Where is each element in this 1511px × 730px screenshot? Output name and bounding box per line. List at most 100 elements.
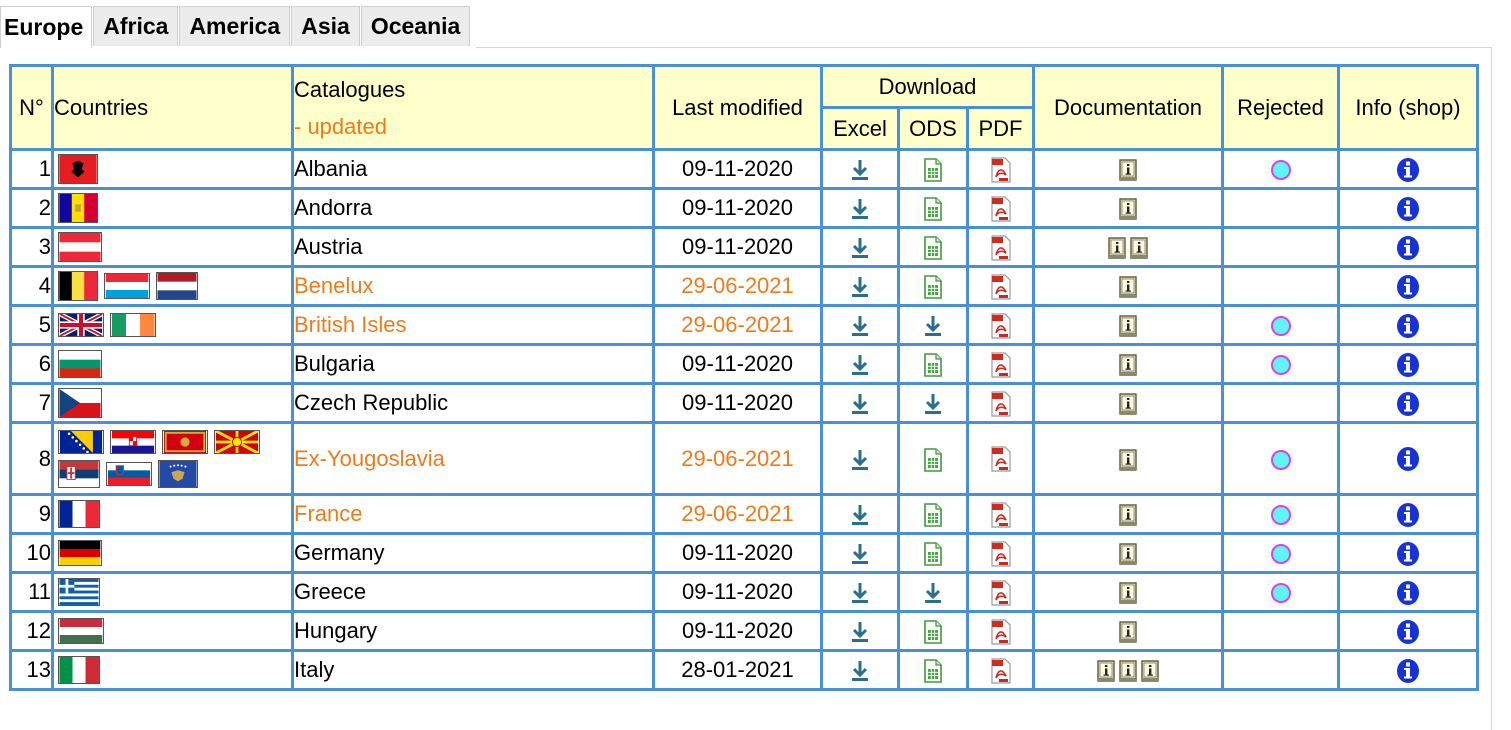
ods-spreadsheet-icon[interactable] bbox=[922, 273, 944, 299]
pdf-file-icon[interactable] bbox=[990, 233, 1012, 261]
tab-europe[interactable]: Europe bbox=[0, 6, 93, 48]
pdf-file-icon[interactable] bbox=[990, 500, 1012, 528]
rejected-circle-icon[interactable] bbox=[1270, 316, 1291, 337]
documentation-icon[interactable] bbox=[1117, 579, 1139, 604]
info-icon[interactable] bbox=[1396, 194, 1420, 221]
documentation-icon[interactable] bbox=[1117, 351, 1139, 376]
row-last-modified: 28-01-2021 bbox=[652, 649, 823, 691]
excel-download-icon[interactable] bbox=[849, 390, 871, 415]
rejected-circle-icon[interactable] bbox=[1270, 160, 1291, 181]
ods-download-icon[interactable] bbox=[922, 312, 944, 337]
excel-download-icon[interactable] bbox=[849, 618, 871, 643]
documentation-icon[interactable] bbox=[1117, 540, 1139, 565]
row-last-modified: 09-11-2020 bbox=[652, 532, 823, 574]
ods-spreadsheet-icon[interactable] bbox=[922, 657, 944, 683]
documentation-icon[interactable] bbox=[1117, 195, 1139, 220]
ods-cell bbox=[897, 148, 969, 190]
pdf-file-icon[interactable] bbox=[990, 617, 1012, 645]
excel-download-icon[interactable] bbox=[849, 312, 871, 337]
ods-spreadsheet-icon[interactable] bbox=[922, 195, 944, 221]
info-icon[interactable] bbox=[1396, 539, 1420, 566]
info-icon[interactable] bbox=[1396, 389, 1420, 416]
row-last-modified: 29-06-2021 bbox=[652, 421, 823, 496]
row-catalogue-name: Bulgaria bbox=[291, 343, 655, 385]
table-row: 12 Hungary 09-11-2020 bbox=[9, 610, 1479, 652]
excel-download-icon[interactable] bbox=[849, 540, 871, 565]
ods-spreadsheet-icon[interactable] bbox=[922, 234, 944, 260]
tab-oceania[interactable]: Oceania bbox=[360, 6, 471, 46]
documentation-icon[interactable] bbox=[1117, 618, 1139, 643]
documentation-icon[interactable] bbox=[1117, 657, 1139, 682]
documentation-icon[interactable] bbox=[1117, 156, 1139, 181]
documentation-icon[interactable] bbox=[1117, 312, 1139, 337]
rejected-circle-icon[interactable] bbox=[1270, 583, 1291, 604]
tab-america[interactable]: America bbox=[179, 6, 291, 46]
pdf-file-icon[interactable] bbox=[990, 155, 1012, 183]
excel-download-icon[interactable] bbox=[849, 273, 871, 298]
info-icon[interactable] bbox=[1396, 272, 1420, 299]
documentation-icon[interactable] bbox=[1139, 657, 1161, 682]
documentation-cell bbox=[1032, 649, 1224, 691]
ods-spreadsheet-icon[interactable] bbox=[922, 156, 944, 182]
info-icon[interactable] bbox=[1396, 617, 1420, 644]
pdf-file-icon[interactable] bbox=[990, 311, 1012, 339]
tab-africa[interactable]: Africa bbox=[93, 6, 179, 46]
info-icon[interactable] bbox=[1396, 155, 1420, 182]
pdf-file-icon[interactable] bbox=[990, 389, 1012, 417]
info-icon[interactable] bbox=[1396, 350, 1420, 377]
documentation-icon[interactable] bbox=[1128, 234, 1150, 259]
ods-cell bbox=[897, 226, 969, 268]
rejected-circle-icon[interactable] bbox=[1270, 544, 1291, 565]
ods-spreadsheet-icon[interactable] bbox=[922, 618, 944, 644]
pdf-file-icon[interactable] bbox=[990, 194, 1012, 222]
excel-download-icon[interactable] bbox=[849, 579, 871, 604]
excel-download-icon[interactable] bbox=[849, 195, 871, 220]
documentation-icon[interactable] bbox=[1106, 234, 1128, 259]
documentation-icon[interactable] bbox=[1117, 390, 1139, 415]
pdf-cell bbox=[966, 382, 1035, 424]
table-row: 10 Germany 09-11-2020 bbox=[9, 532, 1479, 574]
info-cell bbox=[1337, 571, 1479, 613]
tab-asia[interactable]: Asia bbox=[291, 6, 360, 46]
info-icon[interactable] bbox=[1396, 656, 1420, 683]
info-icon[interactable] bbox=[1396, 445, 1420, 472]
documentation-icon[interactable] bbox=[1117, 273, 1139, 298]
excel-download-icon[interactable] bbox=[849, 445, 871, 470]
documentation-cell bbox=[1032, 148, 1224, 190]
excel-download-icon[interactable] bbox=[849, 234, 871, 259]
ods-spreadsheet-icon[interactable] bbox=[922, 501, 944, 527]
ods-spreadsheet-icon[interactable] bbox=[922, 540, 944, 566]
ods-download-icon[interactable] bbox=[922, 579, 944, 604]
pdf-file-icon[interactable] bbox=[990, 445, 1012, 472]
pdf-file-icon[interactable] bbox=[990, 578, 1012, 606]
flag-greece bbox=[58, 578, 100, 606]
excel-download-icon[interactable] bbox=[849, 501, 871, 526]
documentation-icon[interactable] bbox=[1095, 657, 1117, 682]
pdf-cell bbox=[966, 265, 1035, 307]
row-flags bbox=[51, 421, 294, 496]
excel-download-icon[interactable] bbox=[849, 657, 871, 682]
flag-kosovo bbox=[158, 459, 198, 488]
info-icon[interactable] bbox=[1396, 500, 1420, 527]
excel-download-icon[interactable] bbox=[849, 156, 871, 181]
info-icon[interactable] bbox=[1396, 578, 1420, 605]
rejected-circle-icon[interactable] bbox=[1270, 355, 1291, 376]
info-icon[interactable] bbox=[1396, 311, 1420, 338]
header-info: Info (shop) bbox=[1337, 64, 1479, 151]
info-icon[interactable] bbox=[1396, 233, 1420, 260]
excel-download-icon[interactable] bbox=[849, 351, 871, 376]
ods-spreadsheet-icon[interactable] bbox=[922, 445, 944, 472]
table-row: 11 Greece 09-11-2020 bbox=[9, 571, 1479, 613]
pdf-file-icon[interactable] bbox=[990, 272, 1012, 300]
ods-spreadsheet-icon[interactable] bbox=[922, 351, 944, 377]
documentation-icon[interactable] bbox=[1117, 446, 1139, 471]
documentation-icon[interactable] bbox=[1117, 501, 1139, 526]
rejected-circle-icon[interactable] bbox=[1270, 449, 1291, 470]
rejected-circle-icon[interactable] bbox=[1270, 505, 1291, 526]
ods-download-icon[interactable] bbox=[922, 390, 944, 415]
pdf-file-icon[interactable] bbox=[990, 350, 1012, 378]
row-flags bbox=[51, 226, 294, 268]
pdf-file-icon[interactable] bbox=[990, 539, 1012, 567]
documentation-cell bbox=[1032, 265, 1224, 307]
pdf-file-icon[interactable] bbox=[990, 656, 1012, 684]
